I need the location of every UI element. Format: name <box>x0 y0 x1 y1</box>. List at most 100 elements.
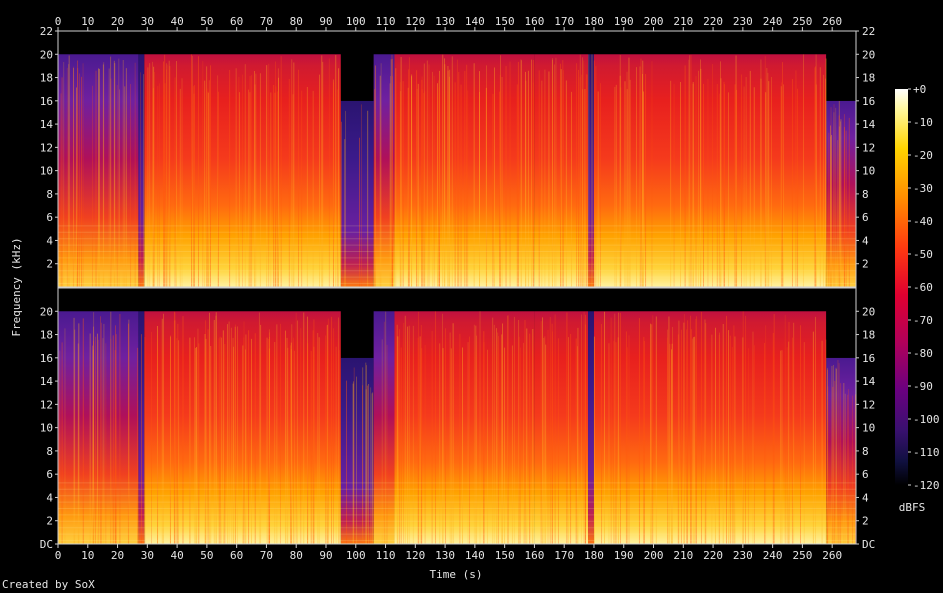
x-tick-label-top: 170 <box>554 15 574 28</box>
y-tick-label-right: 8 <box>862 188 869 201</box>
x-tick-label-bottom: 90 <box>319 549 332 562</box>
x-tick-label-bottom: 10 <box>81 549 94 562</box>
y-tick-label-right: 6 <box>862 211 869 224</box>
x-tick-label-top: 0 <box>55 15 62 28</box>
y-tick-label-left: 2 <box>46 515 53 528</box>
x-tick-label-top: 10 <box>81 15 94 28</box>
x-tick-label-top: 190 <box>614 15 634 28</box>
x-tick-label-bottom: 40 <box>170 549 183 562</box>
y-tick-label-left: 10 <box>40 165 53 178</box>
y-tick-label-right: 20 <box>862 305 875 318</box>
y-tick-label-right: 10 <box>862 165 875 178</box>
x-tick-label-top: 150 <box>495 15 515 28</box>
y-tick-label-left: 20 <box>40 48 53 61</box>
x-tick-label-bottom: 130 <box>435 549 455 562</box>
y-tick-label-right: 10 <box>862 422 875 435</box>
colorbar-tick-label: -10 <box>913 116 933 129</box>
x-tick-label-top: 160 <box>524 15 544 28</box>
y-tick-label-left: 12 <box>40 398 53 411</box>
x-tick-label-bottom: 160 <box>524 549 544 562</box>
y-tick-label-right: 22 <box>862 25 875 38</box>
colorbar-tick-label: -100 <box>913 413 940 426</box>
x-tick-label-top: 20 <box>111 15 124 28</box>
x-tick-label-bottom: 250 <box>792 549 812 562</box>
x-tick-label-bottom: 0 <box>55 549 62 562</box>
y-tick-label-left: 12 <box>40 141 53 154</box>
colorbar-tick-label: -120 <box>913 479 940 492</box>
x-axis-label: Time (s) <box>430 568 483 581</box>
x-tick-label-bottom: 60 <box>230 549 243 562</box>
colorbar-tick-label: -70 <box>913 314 933 327</box>
x-tick-label-top: 30 <box>141 15 154 28</box>
y-tick-label-left: 6 <box>46 211 53 224</box>
silent-band <box>826 54 856 101</box>
x-tick-label-top: 60 <box>230 15 243 28</box>
x-tick-label-top: 50 <box>200 15 213 28</box>
x-tick-label-top: 220 <box>703 15 723 28</box>
y-tick-label-right: 2 <box>862 515 869 528</box>
y-tick-label-left: 14 <box>40 118 54 131</box>
spectral-section <box>58 311 139 544</box>
colorbar-tick-label: -30 <box>913 182 933 195</box>
y-tick-label-right: 16 <box>862 95 875 108</box>
x-tick-label-top: 140 <box>465 15 485 28</box>
colorbar-tick-label: -40 <box>913 215 933 228</box>
spectral-section <box>394 311 535 544</box>
silent-band <box>340 54 374 101</box>
y-tick-label-right: 6 <box>862 468 869 481</box>
x-tick-label-bottom: 200 <box>644 549 664 562</box>
spectrogram-channel-1 <box>57 30 857 288</box>
y-tick-label-right: 2 <box>862 258 869 271</box>
x-tick-label-top: 120 <box>405 15 425 28</box>
colorbar-tick-label: -80 <box>913 347 933 360</box>
y-tick-label-left: 6 <box>46 468 53 481</box>
x-tick-label-bottom: 150 <box>495 549 515 562</box>
x-tick-label-bottom: 220 <box>703 549 723 562</box>
y-tick-label-left: 8 <box>46 188 53 201</box>
x-tick-label-top: 250 <box>792 15 812 28</box>
x-tick-label-top: 200 <box>644 15 664 28</box>
silent-band <box>340 311 374 358</box>
x-tick-label-bottom: 50 <box>200 549 213 562</box>
x-tick-label-top: 130 <box>435 15 455 28</box>
silent-band <box>826 311 856 358</box>
colorbar-tick-label: -50 <box>913 248 933 261</box>
y-tick-label-right: DC <box>862 538 875 551</box>
x-tick-label-bottom: 70 <box>260 549 273 562</box>
colorbar-tick-label: -20 <box>913 149 933 162</box>
y-tick-label-right: 12 <box>862 398 875 411</box>
y-tick-label-right: 18 <box>862 72 875 85</box>
x-tick-label-top: 240 <box>763 15 783 28</box>
x-tick-label-bottom: 180 <box>584 549 604 562</box>
x-tick-label-top: 80 <box>290 15 303 28</box>
x-tick-label-bottom: 20 <box>111 549 124 562</box>
x-tick-label-top: 70 <box>260 15 273 28</box>
x-tick-label-bottom: 80 <box>290 549 303 562</box>
x-tick-label-bottom: 190 <box>614 549 634 562</box>
colorbar-tick-label: -90 <box>913 380 933 393</box>
x-tick-label-top: 260 <box>822 15 842 28</box>
credit-text: Created by SoX <box>2 578 95 591</box>
y-tick-label-right: 14 <box>862 375 876 388</box>
colorbar-tick-label: -110 <box>913 446 940 459</box>
y-tick-label-left: 16 <box>40 352 53 365</box>
x-tick-label-bottom: 100 <box>346 549 366 562</box>
x-tick-label-top: 40 <box>170 15 183 28</box>
x-tick-label-top: 180 <box>584 15 604 28</box>
y-tick-label-right: 14 <box>862 118 876 131</box>
x-tick-label-top: 90 <box>319 15 332 28</box>
y-tick-label-right: 16 <box>862 352 875 365</box>
spectrogram-chart: 0 0 10 10 20 20 30 30 40 40 50 50 60 60 70 70 80 80 90 90 10… <box>10 15 940 581</box>
x-tick-label-top: 230 <box>733 15 753 28</box>
y-tick-label-left: 4 <box>46 234 53 247</box>
y-tick-label-left: 10 <box>40 422 53 435</box>
y-tick-label-right: 12 <box>862 141 875 154</box>
x-tick-label-bottom: 120 <box>405 549 425 562</box>
y-tick-label-left: 14 <box>40 375 54 388</box>
y-tick-label-left: 8 <box>46 445 53 458</box>
x-tick-label-top: 100 <box>346 15 366 28</box>
colorbar: +0 -10 -20 -30 -40 -50 -60 -70 -80 -90 -100 -110 -12… <box>895 83 940 514</box>
colorbar-gradient <box>895 89 908 485</box>
x-tick-label-bottom: 230 <box>733 549 753 562</box>
y-axis-label: Frequency (kHz) <box>10 237 23 336</box>
